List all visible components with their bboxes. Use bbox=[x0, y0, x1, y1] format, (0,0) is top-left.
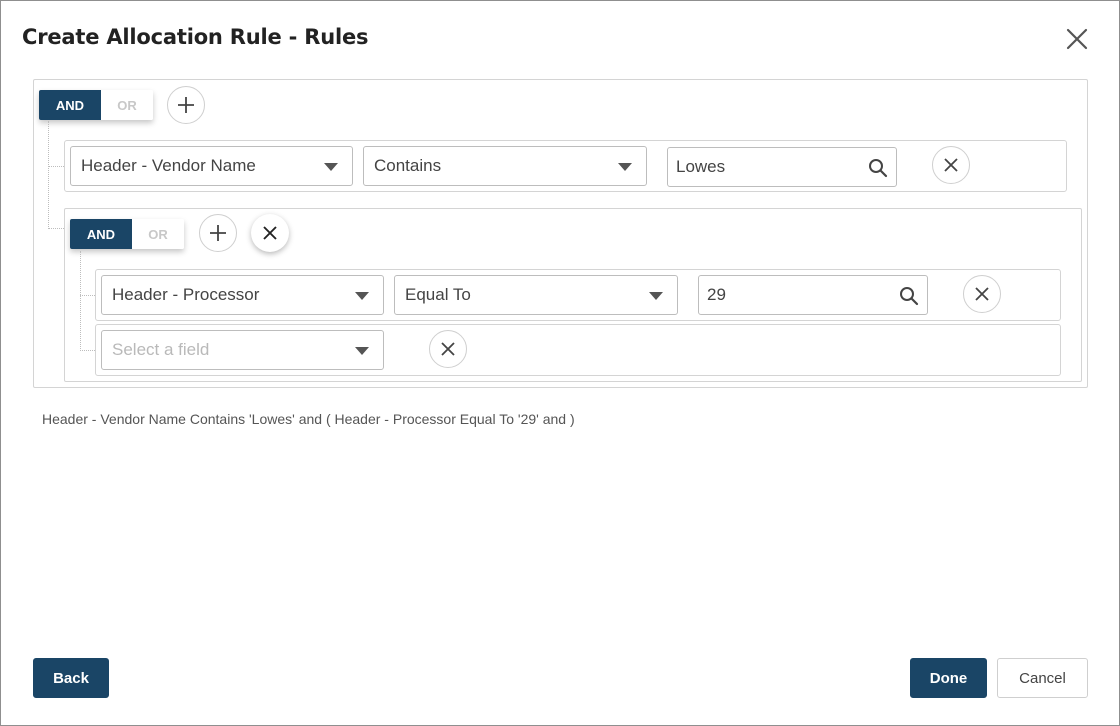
outer-field-value: Header - Vendor Name bbox=[81, 156, 256, 175]
inner-value-text: 29 bbox=[707, 285, 726, 304]
back-button[interactable]: Back bbox=[33, 658, 109, 698]
outer-add-rule-button[interactable] bbox=[167, 86, 205, 124]
outer-field-select[interactable]: Header - Vendor Name bbox=[70, 146, 353, 186]
select-field-dropdown[interactable]: Select a field bbox=[101, 330, 384, 370]
chevron-down-icon bbox=[355, 347, 369, 355]
allocation-rule-dialog: Create Allocation Rule - Rules AND OR He… bbox=[0, 0, 1120, 726]
inner-operator-select[interactable]: Equal To bbox=[394, 275, 678, 315]
close-icon[interactable] bbox=[1065, 27, 1089, 51]
remove-inner-rule-button[interactable] bbox=[963, 275, 1001, 313]
outer-value-text: Lowes bbox=[676, 157, 726, 176]
done-button[interactable]: Done bbox=[910, 658, 987, 698]
inner-add-rule-button[interactable] bbox=[199, 214, 237, 252]
inner-tree-branch-2 bbox=[80, 350, 95, 351]
close-icon bbox=[441, 342, 455, 356]
inner-value-input[interactable]: 29 bbox=[698, 275, 928, 315]
inner-field-value: Header - Processor bbox=[112, 285, 260, 304]
rule-summary-text: Header - Vendor Name Contains 'Lowes' an… bbox=[42, 411, 575, 427]
close-icon bbox=[263, 226, 277, 240]
plus-icon bbox=[178, 97, 194, 113]
inner-operator-value: Equal To bbox=[405, 285, 471, 304]
close-icon bbox=[975, 287, 989, 301]
outer-and-option[interactable]: AND bbox=[39, 90, 101, 120]
inner-and-option[interactable]: AND bbox=[70, 219, 132, 249]
select-field-placeholder: Select a field bbox=[112, 340, 210, 359]
inner-or-option[interactable]: OR bbox=[132, 219, 184, 249]
remove-inner-group-button[interactable] bbox=[251, 214, 289, 252]
inner-tree-branch-1 bbox=[80, 295, 95, 296]
plus-icon bbox=[210, 225, 226, 241]
chevron-down-icon bbox=[355, 292, 369, 300]
outer-operator-value: Contains bbox=[374, 156, 442, 175]
dialog-title: Create Allocation Rule - Rules bbox=[22, 25, 369, 49]
cancel-button[interactable]: Cancel bbox=[997, 658, 1088, 698]
inner-field-select[interactable]: Header - Processor bbox=[101, 275, 384, 315]
outer-value-input[interactable]: Lowes bbox=[667, 147, 897, 187]
inner-tree-line bbox=[80, 251, 81, 351]
outer-tree-branch-2 bbox=[48, 228, 64, 229]
outer-operator-select[interactable]: Contains bbox=[363, 146, 647, 186]
chevron-down-icon bbox=[649, 292, 663, 300]
search-icon[interactable] bbox=[868, 158, 888, 178]
outer-tree-branch-1 bbox=[48, 166, 64, 167]
chevron-down-icon bbox=[618, 163, 632, 171]
inner-and-or-toggle[interactable]: AND OR bbox=[70, 219, 184, 249]
outer-or-option[interactable]: OR bbox=[101, 90, 153, 120]
remove-outer-rule-button[interactable] bbox=[932, 146, 970, 184]
close-icon bbox=[944, 158, 958, 172]
chevron-down-icon bbox=[324, 163, 338, 171]
outer-tree-line bbox=[48, 121, 49, 229]
search-icon[interactable] bbox=[899, 286, 919, 306]
remove-empty-rule-button[interactable] bbox=[429, 330, 467, 368]
outer-and-or-toggle[interactable]: AND OR bbox=[39, 90, 153, 120]
